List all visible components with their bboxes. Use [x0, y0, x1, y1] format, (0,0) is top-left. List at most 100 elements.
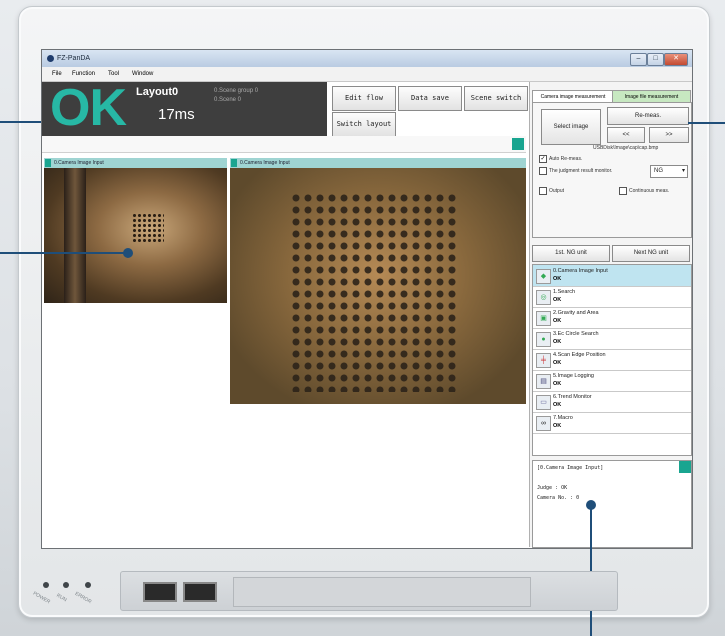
judgment-monitor-checkbox[interactable]	[539, 167, 547, 175]
flow-item-result: OK	[553, 402, 562, 408]
image-window-header: 0.Camera Image Input	[44, 158, 227, 168]
flow-item-camera-image-input[interactable]: ◆ 0.Camera Image Input OK	[533, 265, 691, 287]
callout-line-judge	[0, 121, 41, 123]
flow-item-trend-monitor[interactable]: ▭ 6.Trend Monitor OK	[533, 391, 691, 413]
data-save-button[interactable]: Data save	[398, 86, 462, 111]
usb-port-2[interactable]	[183, 582, 217, 602]
window-title: FZ-PanDA	[57, 55, 91, 62]
trend-icon: ▭	[536, 395, 551, 410]
judgement-display: OK Layout0 17ms 0.Scene group 0 0.Scene …	[42, 79, 327, 137]
flow-item-result: OK	[553, 360, 562, 366]
auto-remeas-checkbox[interactable]: ✓	[539, 155, 547, 163]
callout-line-panel	[688, 122, 725, 124]
remeas-button[interactable]: Re-meas.	[607, 107, 689, 125]
flow-item-name: 7.Macro	[553, 415, 573, 421]
flow-item-name: 1.Search	[553, 289, 576, 295]
edit-flow-button[interactable]: Edit flow	[332, 86, 396, 111]
continuous-meas-label: Continuous meas.	[629, 188, 670, 194]
detail-judge: Judge : OK	[537, 485, 568, 491]
image-window-header: 0.Camera Image Input	[230, 158, 526, 168]
flow-item-name: 0.Camera Image Input	[553, 268, 608, 274]
callout-line-image	[0, 252, 126, 254]
datamatrix-code	[290, 192, 460, 392]
image-window-1[interactable]: 0.Camera Image Input	[44, 158, 227, 406]
flow-item-name: 2.Gravity and Area	[553, 310, 599, 316]
chevron-down-icon: ▾	[681, 168, 685, 174]
edge-icon: ╪	[536, 353, 551, 368]
previous-image-button[interactable]: <<	[607, 127, 645, 143]
maximize-button[interactable]: □	[647, 53, 664, 66]
circle-icon: ●	[536, 332, 551, 347]
callout-line-detail	[590, 504, 592, 636]
window-color-tag	[231, 159, 237, 167]
judgment-monitor-label: The judgment result monitor.	[549, 168, 613, 174]
flow-item-result: OK	[553, 318, 562, 324]
port-panel	[120, 571, 618, 611]
scene-info: 0.Scene group 0 0.Scene 0	[214, 87, 258, 105]
flow-item-result: OK	[553, 276, 562, 282]
flow-item-result: OK	[553, 339, 562, 345]
status-strip	[42, 136, 526, 153]
measurement-options: Select image Re-meas. << >> USBDisk\Imag…	[532, 102, 692, 238]
layout-name: Layout0	[136, 86, 179, 98]
menu-window[interactable]: Window	[132, 67, 153, 81]
flow-item-name: 3.Ec Circle Search	[553, 331, 599, 337]
flow-item-search[interactable]: ◎ 1.Search OK	[533, 286, 691, 308]
flow-item-scan-edge-position[interactable]: ╪ 4.Scan Edge Position OK	[533, 349, 691, 371]
flow-item-ec-circle-search[interactable]: ● 3.Ec Circle Search OK	[533, 328, 691, 350]
flow-item-gravity-area[interactable]: ▣ 2.Gravity and Area OK	[533, 307, 691, 329]
flow-item-result: OK	[553, 381, 562, 387]
strip-indicator	[512, 138, 524, 150]
image-window-2[interactable]: 0.Camera Image Input	[230, 158, 526, 406]
flow-item-name: 5.Image Logging	[553, 373, 594, 379]
image-window-title: 0.Camera Image Input	[54, 160, 104, 166]
datamatrix-code	[132, 213, 164, 243]
callout-dot-detail	[586, 500, 596, 510]
processing-flow-list: ◆ 0.Camera Image Input OK ◎ 1.Search OK …	[532, 264, 692, 456]
detail-indicator	[679, 461, 691, 473]
flow-item-macro[interactable]: ∞ 7.Macro OK	[533, 412, 691, 434]
auto-remeas-label: Auto Re-meas.	[549, 156, 583, 162]
switch-layout-button[interactable]: Switch layout	[332, 112, 396, 137]
scene-group: 0.Scene group 0	[214, 88, 259, 94]
flow-item-result: OK	[553, 297, 562, 303]
detail-header: [0.Camera Image Input]	[537, 465, 604, 471]
usb-port-1[interactable]	[143, 582, 177, 602]
detail-result-pane: [0.Camera Image Input] Judge : OK Camera…	[532, 460, 692, 548]
scene-name: 0.Scene 0	[214, 97, 242, 103]
select-image-button[interactable]: Select image	[541, 109, 601, 145]
scene-switch-button[interactable]: Scene switch	[464, 86, 528, 111]
run-led	[63, 582, 69, 588]
judgment-select[interactable]: NG ▾	[650, 165, 688, 178]
image-window-title: 0.Camera Image Input	[240, 160, 290, 166]
flow-item-name: 4.Scan Edge Position	[553, 352, 606, 358]
application-screen: FZ-PanDA – □ ✕ File Function Tool Window…	[41, 49, 693, 549]
camera-icon: ◆	[536, 269, 551, 284]
output-checkbox[interactable]	[539, 187, 547, 195]
image-shadow-band	[64, 168, 86, 303]
next-image-button[interactable]: >>	[649, 127, 689, 143]
flow-item-image-logging[interactable]: ▤ 5.Image Logging OK	[533, 370, 691, 392]
close-button[interactable]: ✕	[664, 53, 688, 66]
control-panel: Camera image measurement Image file meas…	[529, 82, 692, 548]
processing-time: 17ms	[158, 106, 195, 123]
overall-judgement: OK	[50, 79, 127, 137]
macro-icon: ∞	[536, 416, 551, 431]
minimize-button[interactable]: –	[630, 53, 647, 66]
next-ng-unit-button[interactable]: Next NG unit	[612, 245, 690, 262]
measurement-tabs: Camera image measurement Image file meas…	[530, 90, 692, 104]
continuous-meas-checkbox[interactable]	[619, 187, 627, 195]
output-label: Output	[549, 188, 565, 194]
detail-camera: Camera No. : 0	[537, 495, 580, 501]
camera-image[interactable]	[44, 168, 227, 303]
flow-item-result: OK	[553, 423, 562, 429]
flow-item-name: 6.Trend Monitor	[553, 394, 592, 400]
log-icon: ▤	[536, 374, 551, 389]
power-led	[43, 582, 49, 588]
area-icon: ▣	[536, 311, 551, 326]
judgment-select-value: NG	[654, 168, 663, 174]
menu-bar: File Function Tool Window	[42, 67, 692, 82]
first-ng-unit-button[interactable]: 1st. NG unit	[532, 245, 610, 262]
camera-image-zoomed[interactable]	[230, 168, 526, 404]
search-icon: ◎	[536, 290, 551, 305]
